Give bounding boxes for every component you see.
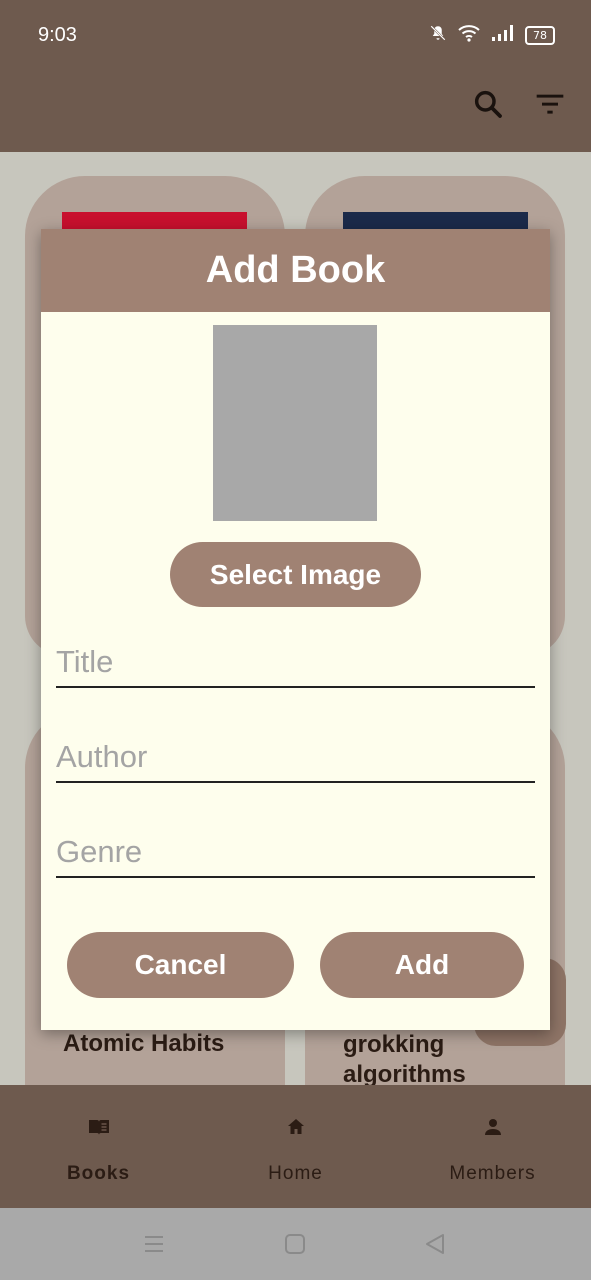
book-title: Atomic Habits	[63, 1030, 225, 1057]
person-icon	[481, 1115, 505, 1139]
title-field[interactable]: Title	[56, 642, 535, 688]
search-icon[interactable]	[468, 84, 508, 124]
nav-item-books[interactable]: Books	[0, 1085, 197, 1208]
system-nav-bar	[0, 1208, 591, 1280]
menu-icon[interactable]	[142, 1232, 166, 1261]
nav-item-members[interactable]: Members	[394, 1085, 591, 1208]
book-icon	[87, 1115, 111, 1139]
status-icons: 78	[429, 24, 555, 47]
dialog-title: Add Book	[205, 249, 386, 291]
wifi-icon	[457, 24, 481, 47]
select-image-button[interactable]: Select Image	[170, 542, 421, 607]
nav-label-home: Home	[268, 1163, 323, 1184]
nav-label-books: Books	[66, 1163, 131, 1184]
home-icon	[284, 1115, 308, 1139]
filter-icon[interactable]	[530, 84, 570, 124]
bottom-nav: Books Home Members	[0, 1085, 591, 1208]
dialog-header: Add Book	[41, 229, 550, 312]
add-button[interactable]: Add	[320, 932, 524, 998]
title-placeholder: Title	[56, 644, 114, 679]
author-placeholder: Author	[56, 739, 148, 774]
genre-field[interactable]: Genre	[56, 832, 535, 878]
battery-icon: 78	[525, 26, 555, 45]
app-bar	[0, 72, 591, 152]
status-bar: 9:03 78	[0, 0, 591, 72]
nav-label-members: Members	[449, 1163, 536, 1184]
cancel-button[interactable]: Cancel	[67, 932, 294, 998]
status-time: 9:03	[38, 24, 77, 46]
signal-icon	[491, 24, 515, 47]
genre-placeholder: Genre	[56, 834, 143, 869]
add-book-dialog: Add Book Select Image Title Author Genre…	[41, 229, 550, 1030]
back-icon[interactable]	[423, 1232, 447, 1261]
bell-muted-icon	[429, 24, 447, 47]
home-square-icon[interactable]	[283, 1232, 307, 1261]
nav-item-home[interactable]: Home	[197, 1085, 394, 1208]
book-image-placeholder	[213, 325, 377, 521]
author-field[interactable]: Author	[56, 737, 535, 783]
